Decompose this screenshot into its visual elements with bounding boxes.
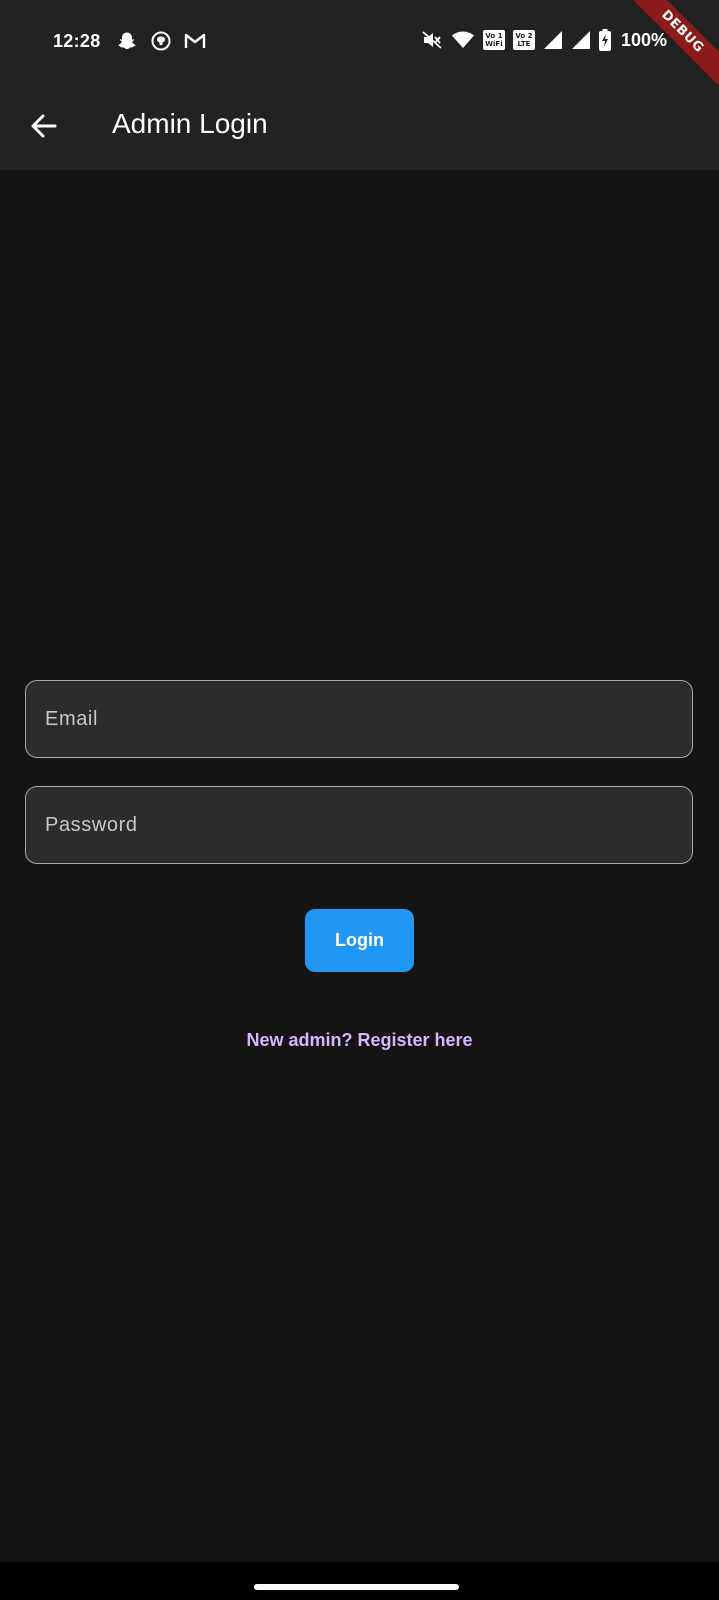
app-bar: Admin Login <box>0 84 719 170</box>
wifi-icon <box>451 29 475 51</box>
status-time: 12:28 <box>53 31 101 51</box>
signal-1-icon <box>543 29 563 51</box>
arrow-back-icon <box>30 112 58 145</box>
vowifi-bottom: WiFi <box>485 40 503 48</box>
password-field[interactable] <box>25 786 693 864</box>
mute-icon <box>421 29 443 51</box>
battery-charging-icon <box>598 29 611 51</box>
password-input[interactable] <box>26 787 692 863</box>
volte-icon: Vo 2 LTE <box>512 29 535 51</box>
login-button[interactable]: Login <box>305 909 414 972</box>
github-icon <box>150 30 172 52</box>
snapchat-icon <box>116 30 138 52</box>
notification-icons <box>116 30 206 52</box>
system-nav-bar <box>0 1562 719 1600</box>
battery-percent: 100% <box>620 29 667 50</box>
register-link[interactable]: New admin? Register here <box>0 1030 719 1051</box>
status-bar: 12:28 Vo 1 WiFi Vo 2 LTE 100% <box>0 0 719 84</box>
signal-2-icon <box>571 29 591 51</box>
email-field[interactable] <box>25 680 693 758</box>
vowifi-top: Vo 1 <box>485 32 503 40</box>
back-button[interactable] <box>22 106 66 150</box>
email-input[interactable] <box>26 681 692 757</box>
gmail-icon <box>184 30 206 52</box>
home-indicator[interactable] <box>254 1584 459 1590</box>
system-status-icons: Vo 1 WiFi Vo 2 LTE 100% <box>421 29 667 51</box>
vowifi-icon: Vo 1 WiFi <box>482 29 505 51</box>
volte-bottom: LTE <box>517 40 531 48</box>
volte-top: Vo 2 <box>515 32 533 40</box>
login-screen: 12:28 Vo 1 WiFi Vo 2 LTE 100% DEBUG Admi… <box>0 0 719 1600</box>
page-title: Admin Login <box>112 108 268 139</box>
